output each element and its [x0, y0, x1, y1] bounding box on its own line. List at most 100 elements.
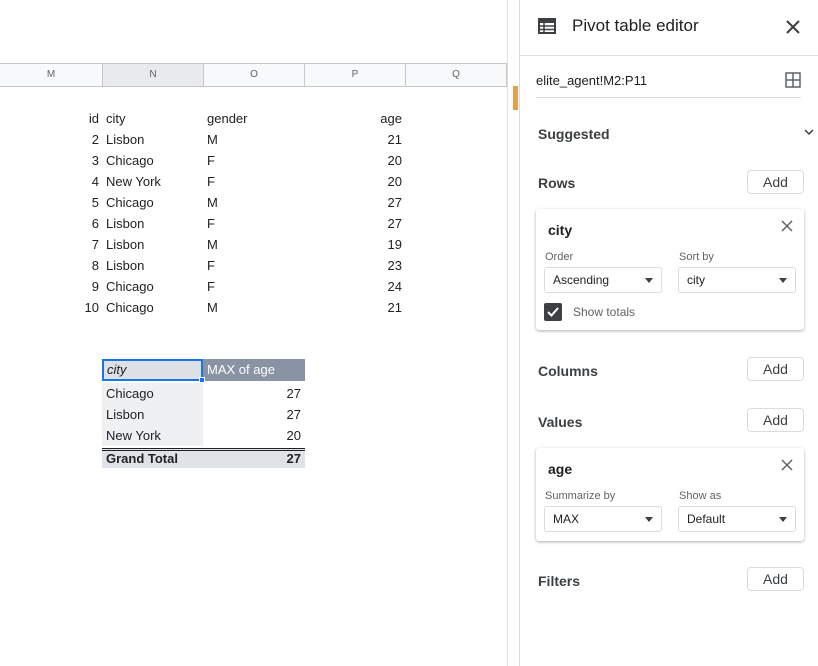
data-cell-id[interactable]: 7 — [0, 234, 99, 255]
pivot-row-city[interactable]: New York — [106, 425, 201, 446]
showas-label: Show as — [679, 490, 722, 502]
data-cell-id[interactable]: 9 — [0, 276, 99, 297]
data-cell-gender[interactable]: M — [207, 129, 302, 150]
value-field-title: age — [548, 461, 573, 477]
data-cell-id[interactable]: 8 — [0, 255, 99, 276]
columns-add-button[interactable]: Add — [747, 357, 804, 381]
sortby-label: Sort by — [679, 251, 714, 263]
data-cell-age[interactable]: 24 — [305, 276, 402, 297]
values-add-button[interactable]: Add — [747, 408, 804, 432]
showas-select[interactable]: Default — [678, 506, 796, 532]
show-totals-label[interactable]: Show totals — [573, 305, 635, 319]
data-cell-age[interactable]: 23 — [305, 255, 402, 276]
editor-header: Pivot table editor — [520, 0, 818, 56]
order-select[interactable]: Ascending — [544, 267, 662, 293]
row-field-card: city Order Ascending Sort by city Show t… — [536, 209, 804, 330]
data-cell-id[interactable]: 4 — [0, 171, 99, 192]
close-button[interactable] — [782, 16, 804, 38]
summarize-select[interactable]: MAX — [544, 506, 662, 532]
checkmark-icon — [547, 307, 559, 317]
header-gender[interactable]: gender — [207, 108, 302, 129]
data-cell-age[interactable]: 27 — [305, 192, 402, 213]
column-header-m[interactable]: M — [0, 64, 103, 86]
data-cell-age[interactable]: 19 — [305, 234, 402, 255]
column-header-n[interactable]: N — [103, 64, 204, 86]
pivot-row-value[interactable]: 27 — [203, 404, 301, 425]
values-label: Values — [538, 414, 583, 430]
value-field-card: age Summarize by MAX Show as Default — [536, 448, 804, 541]
data-cell-gender[interactable]: F — [207, 255, 302, 276]
spreadsheet-grid[interactable]: M N O P Q id city gender age 2 Lisbon M 21 3… — [0, 0, 507, 666]
dropdown-arrow-icon — [779, 517, 787, 522]
data-cell-age[interactable]: 27 — [305, 213, 402, 234]
data-cell-gender[interactable]: F — [207, 171, 302, 192]
pivot-row-city[interactable]: Chicago — [106, 383, 201, 404]
data-cell-gender[interactable]: F — [207, 276, 302, 297]
data-cell-city[interactable]: Chicago — [106, 297, 201, 318]
data-cell-city[interactable]: Chicago — [106, 150, 201, 171]
pivot-total-label[interactable]: Grand Total — [106, 448, 201, 469]
scrollbar-thumb[interactable] — [513, 86, 518, 110]
show-totals-checkbox[interactable] — [544, 303, 562, 321]
filters-label: Filters — [538, 573, 581, 589]
data-cell-gender[interactable]: F — [207, 213, 302, 234]
data-cell-city[interactable]: Lisbon — [106, 129, 201, 150]
rows-add-button[interactable]: Add — [747, 170, 804, 194]
pivot-row-value[interactable]: 27 — [203, 383, 301, 404]
chevron-down-icon[interactable] — [803, 126, 815, 138]
grid-select-icon[interactable] — [785, 72, 801, 88]
column-header-bar: M N O P Q — [0, 63, 507, 87]
data-cell-age[interactable]: 20 — [305, 171, 402, 192]
pivot-row-city[interactable]: Lisbon — [106, 404, 201, 425]
data-cell-age[interactable]: 21 — [305, 297, 402, 318]
data-range-text[interactable]: elite_agent!M2:P11 — [536, 73, 647, 88]
data-cell-id[interactable]: 5 — [0, 192, 99, 213]
data-cell-city[interactable]: Lisbon — [106, 255, 201, 276]
data-cell-gender[interactable]: M — [207, 234, 302, 255]
data-cell-city[interactable]: Chicago — [106, 276, 201, 297]
data-range-field[interactable]: elite_agent!M2:P11 — [536, 64, 801, 98]
sortby-select[interactable]: city — [678, 267, 796, 293]
header-id[interactable]: id — [0, 108, 99, 129]
filters-add-button[interactable]: Add — [747, 567, 804, 591]
data-cell-age[interactable]: 20 — [305, 150, 402, 171]
pivot-header-city[interactable]: city — [102, 359, 203, 381]
header-city[interactable]: city — [106, 108, 201, 129]
rows-label: Rows — [538, 175, 576, 191]
remove-value-field-close-icon[interactable] — [780, 458, 794, 472]
close-icon — [786, 20, 800, 34]
sortby-select-value: city — [687, 273, 705, 287]
data-cell-city[interactable]: Lisbon — [106, 234, 201, 255]
suggested-label[interactable]: Suggested — [538, 126, 610, 142]
pivot-row-value[interactable]: 20 — [203, 425, 301, 446]
dropdown-arrow-icon — [779, 278, 787, 283]
data-cell-id[interactable]: 10 — [0, 297, 99, 318]
data-cell-city[interactable]: New York — [106, 171, 201, 192]
table-icon — [538, 18, 556, 34]
pivot-header-value[interactable]: MAX of age — [203, 359, 305, 381]
data-cell-id[interactable]: 2 — [0, 129, 99, 150]
data-cell-city[interactable]: Chicago — [106, 192, 201, 213]
summarize-label: Summarize by — [545, 490, 616, 502]
data-cell-gender[interactable]: M — [207, 192, 302, 213]
editor-title: Pivot table editor — [572, 16, 699, 35]
data-cell-age[interactable]: 21 — [305, 129, 402, 150]
row-field-title: city — [548, 222, 573, 238]
order-label: Order — [545, 251, 574, 263]
remove-row-field-close-icon[interactable] — [780, 219, 794, 233]
data-cell-gender[interactable]: F — [207, 150, 302, 171]
dropdown-arrow-icon — [645, 517, 653, 522]
showas-select-value: Default — [687, 512, 726, 526]
column-header-o[interactable]: O — [204, 64, 305, 86]
data-cell-id[interactable]: 3 — [0, 150, 99, 171]
data-cell-id[interactable]: 6 — [0, 213, 99, 234]
columns-label: Columns — [538, 363, 598, 379]
data-cell-city[interactable]: Lisbon — [106, 213, 201, 234]
column-header-q[interactable]: Q — [406, 64, 507, 86]
header-age[interactable]: age — [305, 108, 402, 129]
data-cell-gender[interactable]: M — [207, 297, 302, 318]
column-header-p[interactable]: P — [305, 64, 406, 86]
pivot-total-value[interactable]: 27 — [203, 448, 301, 469]
summarize-select-value: MAX — [553, 512, 580, 526]
order-select-value: Ascending — [553, 273, 610, 287]
